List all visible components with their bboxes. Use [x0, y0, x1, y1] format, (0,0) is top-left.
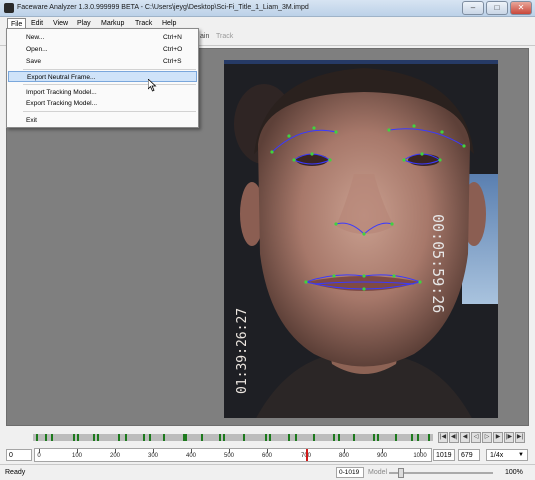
app-icon: [4, 3, 14, 13]
ruler-tick-label: 300: [147, 453, 159, 459]
menu-import-tracking-model[interactable]: Import Tracking Model...: [8, 87, 197, 98]
keyframe-marker[interactable]: [265, 434, 267, 441]
keyframe-marker[interactable]: [295, 434, 297, 441]
keyframe-marker[interactable]: [428, 434, 430, 441]
frame-count-field[interactable]: 679: [458, 449, 480, 461]
keyframe-marker[interactable]: [73, 434, 75, 441]
current-frame-input[interactable]: 0: [6, 449, 32, 461]
keyframe-marker[interactable]: [163, 434, 165, 441]
keyframe-marker[interactable]: [149, 434, 151, 441]
ruler-tick-label: 800: [338, 453, 350, 459]
status-bar: Ready 0-1019 Model 100%: [0, 464, 535, 480]
keyframe-marker[interactable]: [223, 434, 225, 441]
maximize-button[interactable]: □: [486, 1, 508, 15]
menu-new[interactable]: New... Ctrl+N: [8, 32, 197, 43]
zoom-slider-thumb[interactable]: [398, 468, 404, 478]
keyframe-marker[interactable]: [219, 434, 221, 441]
menu-export-neutral-frame[interactable]: Export Neutral Frame...: [8, 71, 197, 82]
keyframe-marker[interactable]: [373, 434, 375, 441]
ruler-tick-label: 900: [376, 453, 388, 459]
video-frame[interactable]: 00:05:59:26 01:39:26:27: [224, 60, 498, 418]
menu-save[interactable]: Save Ctrl+S: [8, 56, 197, 67]
keyframe-marker[interactable]: [36, 434, 38, 441]
minimize-button[interactable]: –: [462, 1, 484, 15]
keyframe-track[interactable]: [33, 434, 433, 441]
file-dropdown-menu: New... Ctrl+N Open... Ctrl+O Save Ctrl+S…: [6, 28, 199, 128]
frame-range: 0-1019: [336, 467, 364, 478]
model-label: Model: [368, 469, 388, 476]
keyframe-marker[interactable]: [125, 434, 127, 441]
keyframe-marker[interactable]: [395, 434, 397, 441]
keyframe-marker[interactable]: [288, 434, 290, 441]
ruler-tick-label: 600: [261, 453, 273, 459]
menu-separator: [23, 69, 196, 70]
keyframe-marker[interactable]: [118, 434, 120, 441]
timeline-panel: |◀ ◀| ◀ ◁ ▷ ▶ |▶ ▶| 0 0 100 200 300 400 500 60…: [6, 430, 529, 464]
menu-exit[interactable]: Exit: [8, 115, 197, 126]
ruler-tick-label: 0: [37, 453, 41, 459]
playback-speed-value: 1/4x: [490, 452, 504, 459]
playback-controls: |◀ ◀| ◀ ◁ ▷ ▶ |▶ ▶|: [438, 432, 528, 443]
mouse-cursor-icon: [148, 79, 157, 92]
ruler-tick-label: 200: [109, 453, 121, 459]
end-frame-field[interactable]: 1019: [433, 449, 455, 461]
ruler-tick-label: 400: [185, 453, 197, 459]
status-text: Ready: [5, 469, 26, 476]
prev-key-icon[interactable]: ◀|: [449, 432, 459, 443]
zoom-slider-track[interactable]: [389, 472, 493, 474]
ruler-tick-label: 1000: [413, 453, 427, 459]
keyframe-marker[interactable]: [51, 434, 53, 441]
zoom-level: 100%: [505, 469, 523, 476]
keyframe-marker[interactable]: [333, 434, 335, 441]
title-bar: Faceware Analyzer 1.3.0.999999 BETA - C:…: [0, 0, 535, 17]
keyframe-marker[interactable]: [353, 434, 355, 441]
keyframe-marker[interactable]: [97, 434, 99, 441]
track-button[interactable]: Track: [216, 33, 233, 40]
next-key-icon[interactable]: |▶: [504, 432, 514, 443]
menu-separator: [23, 84, 196, 85]
keyframe-marker[interactable]: [313, 434, 315, 441]
play-icon[interactable]: ▷: [482, 432, 492, 443]
keyframe-marker[interactable]: [93, 434, 95, 441]
timecode-right-text: 00:05:59:26: [429, 214, 447, 313]
timecode-left-text: 01:39:26:27: [235, 308, 250, 394]
menu-open[interactable]: Open... Ctrl+O: [8, 44, 197, 55]
keyframe-marker[interactable]: [77, 434, 79, 441]
keyframe-marker[interactable]: [143, 434, 145, 441]
train-button[interactable]: ain: [200, 33, 209, 40]
step-back-icon[interactable]: ◀: [460, 432, 470, 443]
keyframe-marker[interactable]: [411, 434, 413, 441]
keyframe-marker[interactable]: [185, 434, 187, 441]
keyframe-marker[interactable]: [201, 434, 203, 441]
keyframe-marker[interactable]: [377, 434, 379, 441]
go-to-end-icon[interactable]: ▶|: [515, 432, 525, 443]
close-button[interactable]: ✕: [510, 1, 532, 15]
keyframe-marker[interactable]: [417, 434, 419, 441]
chevron-down-icon: ▼: [518, 452, 524, 458]
menu-separator: [23, 111, 196, 112]
ruler-tick-label: 500: [223, 453, 235, 459]
ruler-tick-label: 100: [71, 453, 83, 459]
keyframe-marker[interactable]: [269, 434, 271, 441]
menu-export-tracking-model[interactable]: Export Tracking Model...: [8, 98, 197, 109]
timeline-ruler[interactable]: 01002003004005006007008009001000: [34, 448, 432, 462]
keyframe-marker[interactable]: [338, 434, 340, 441]
keyframe-marker[interactable]: [243, 434, 245, 441]
window-title: Faceware Analyzer 1.3.0.999999 BETA - C:…: [17, 4, 309, 11]
playhead[interactable]: [306, 449, 308, 461]
go-to-start-icon[interactable]: |◀: [438, 432, 448, 443]
play-reverse-icon[interactable]: ◁: [471, 432, 481, 443]
keyframe-marker[interactable]: [45, 434, 47, 441]
face-image: 00:05:59:26 01:39:26:27: [224, 64, 498, 418]
step-forward-icon[interactable]: ▶: [493, 432, 503, 443]
playback-speed-select[interactable]: 1/4x ▼: [486, 449, 528, 461]
